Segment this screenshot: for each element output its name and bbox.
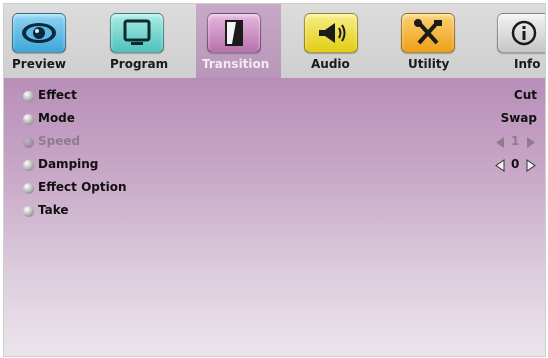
bullet-icon [23,206,34,217]
tab-info[interactable]: Info [488,4,545,78]
tab-program[interactable]: Program [102,4,182,78]
tab-preview[interactable]: Preview [4,4,90,78]
bullet-icon [23,114,34,125]
menu-item-label: Damping [38,157,99,171]
info-icon [497,13,545,53]
tab-transition[interactable]: Transition [196,4,281,78]
monitor-icon [110,13,164,53]
menu-item-label: Effect Option [38,180,127,194]
mode-value: Swap [500,111,537,125]
eye-icon [12,13,66,53]
transition-menu: Effect Cut Mode Swap Speed 1 Damping 0 E… [4,78,545,356]
tab-label: Program [110,57,169,71]
osd-window: Preview Program Transition Audio Utility… [3,3,546,357]
menu-item-damping[interactable]: Damping 0 [4,156,545,176]
menu-item-mode[interactable]: Mode Swap [4,110,545,130]
menu-item-label: Speed [38,134,81,148]
speed-value: 1 [511,134,520,148]
damping-value: 0 [511,157,520,171]
tab-label: Audio [311,57,350,71]
menu-item-label: Effect [38,88,77,102]
decrease-arrow-icon [496,137,504,148]
effect-value: Cut [513,88,537,102]
tab-bar: Preview Program Transition Audio Utility… [4,4,545,78]
tab-label: Preview [12,57,67,71]
decrease-arrow-icon[interactable] [494,159,506,172]
menu-item-label: Mode [38,111,75,125]
bullet-icon [23,183,34,194]
menu-item-label: Take [38,203,69,217]
tab-label: Utility [408,57,450,71]
tab-audio[interactable]: Audio [294,4,374,78]
tab-label: Info [514,57,541,71]
transition-icon [207,13,261,53]
tab-utility[interactable]: Utility [389,4,474,78]
bullet-icon [23,137,34,148]
menu-item-effect-option[interactable]: Effect Option [4,179,545,199]
bullet-icon [23,91,34,102]
menu-item-speed: Speed 1 [4,133,545,153]
increase-arrow-icon [527,137,535,148]
menu-item-effect[interactable]: Effect Cut [4,87,545,107]
megaphone-icon [304,13,358,53]
increase-arrow-icon[interactable] [525,159,537,172]
menu-item-take[interactable]: Take [4,202,545,222]
bullet-icon [23,160,34,171]
tab-label: Transition [202,57,270,71]
tools-icon [401,13,455,53]
